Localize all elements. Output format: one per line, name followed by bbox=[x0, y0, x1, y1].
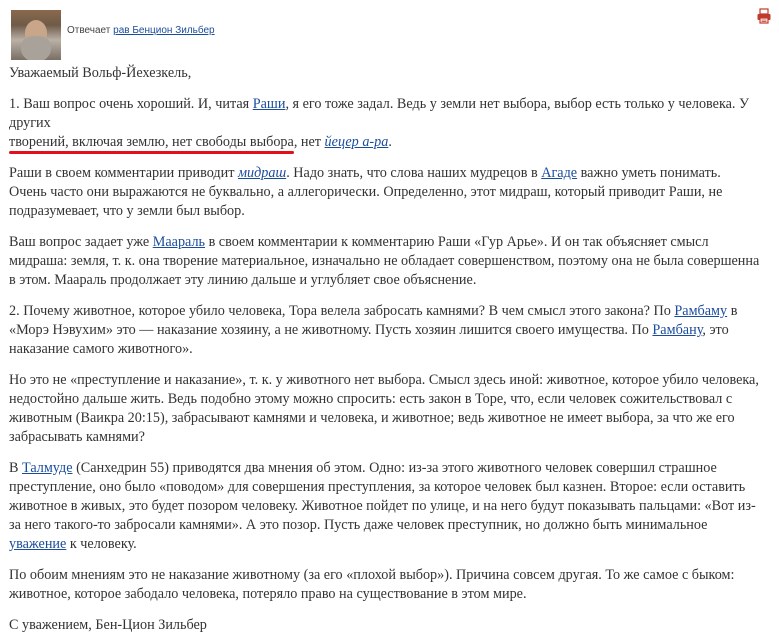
link-rashi[interactable]: Раши bbox=[253, 96, 286, 112]
link-respect[interactable]: уважение bbox=[9, 536, 66, 552]
link-midrash[interactable]: мидраш bbox=[238, 165, 286, 181]
link-talmud[interactable]: Талмуде bbox=[22, 460, 73, 476]
link-agada[interactable]: Агаде bbox=[541, 165, 577, 181]
text-run: , я его тоже задал. Ведь bbox=[285, 96, 430, 112]
printer-icon[interactable] bbox=[756, 8, 772, 24]
highlighted-text-2: творений, включая землю, нет свободы выб… bbox=[9, 134, 294, 150]
paragraph-5: Но это не «преступление и наказание», т.… bbox=[9, 372, 759, 445]
paragraph-3: Ваш вопрос задает уже Маараль в своем ко… bbox=[9, 233, 761, 290]
text-run: к человеку. bbox=[66, 536, 137, 552]
text-run: (Санхедрин 55) приводятся два мнения об … bbox=[9, 460, 756, 533]
paragraph-4: 2. Почему животное, которое убило челове… bbox=[9, 302, 761, 359]
answer-body: Уважаемый Вольф-Йехезкель, 1. Ваш вопрос… bbox=[9, 64, 761, 635]
greeting: Уважаемый Вольф-Йехезкель, bbox=[9, 65, 192, 81]
paragraph-2: Раши в своем комментарии приводит мидраш… bbox=[9, 164, 761, 221]
paragraph-7: По обоим мнениям это не наказание животн… bbox=[9, 567, 735, 602]
link-maharal[interactable]: Маараль bbox=[153, 234, 205, 250]
paragraph-1: 1. Ваш вопрос очень хороший. И, читая Ра… bbox=[9, 95, 761, 152]
avatar-beard bbox=[21, 36, 51, 60]
link-yetzer-hara[interactable]: йецер а-ра bbox=[325, 134, 389, 150]
text-run: Ваш вопрос задает уже bbox=[9, 234, 153, 250]
text-run: . bbox=[388, 134, 392, 150]
paragraph-6: В Талмуде (Санхедрин 55) приводятся два … bbox=[9, 459, 761, 554]
answered-by-prefix: Отвечает bbox=[67, 25, 111, 36]
text-run: 1. Ваш вопрос очень хороший. И, читая bbox=[9, 96, 253, 112]
author-name-link[interactable]: рав Бенцион Зильбер bbox=[113, 25, 214, 36]
signature: С уважением, Бен-Цион Зильбер bbox=[9, 617, 207, 633]
text-run: Раши в своем комментарии приводит bbox=[9, 165, 238, 181]
text-run: , нет bbox=[293, 134, 325, 150]
link-rambam[interactable]: Рамбаму bbox=[674, 303, 727, 319]
text-run: 2. Почему животное, которое убило челове… bbox=[9, 303, 675, 319]
text-run: В bbox=[9, 460, 23, 476]
author-avatar bbox=[11, 10, 61, 60]
link-ramban[interactable]: Рамбану bbox=[652, 322, 702, 338]
answered-by-line: Отвечает рав Бенцион Зильбер bbox=[67, 25, 215, 36]
text-run: . Надо знать, что слова наших мудрецов в bbox=[286, 165, 542, 181]
